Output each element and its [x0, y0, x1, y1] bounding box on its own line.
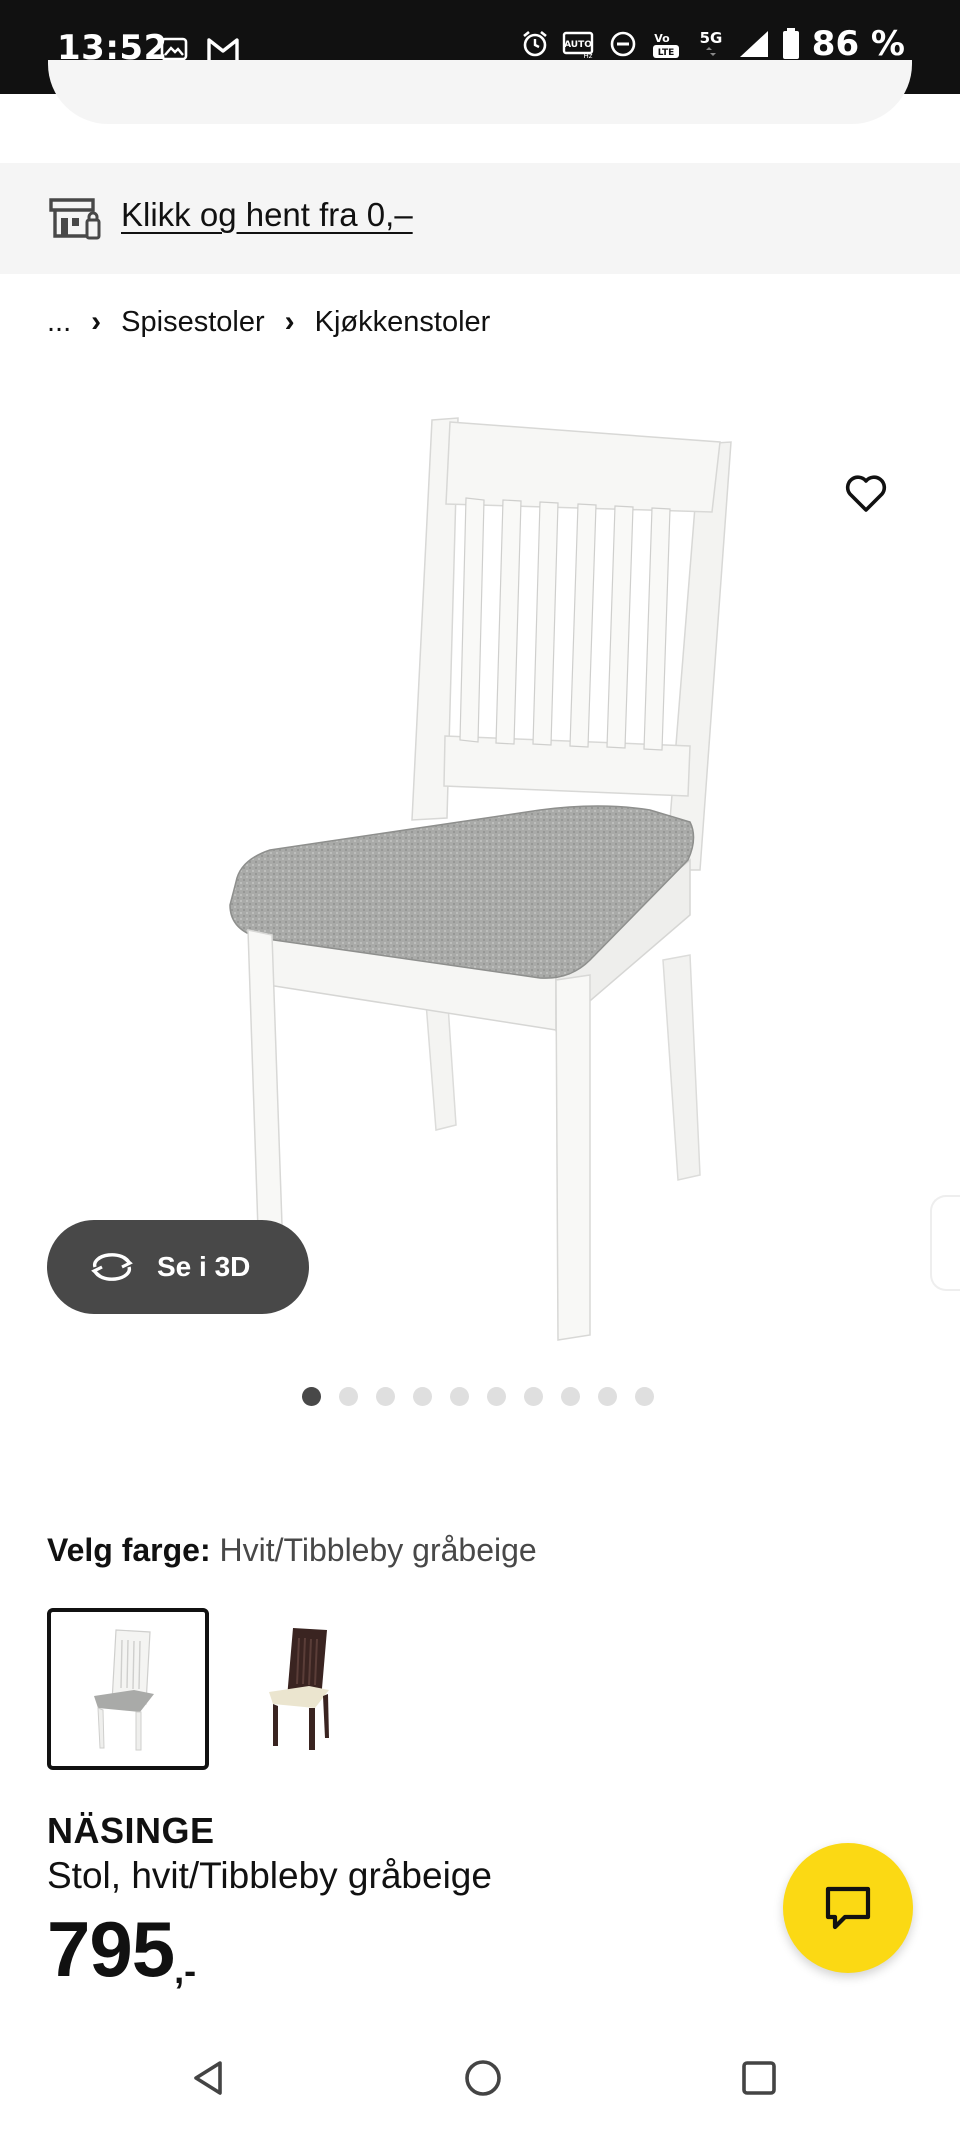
system-nav-bar [0, 2020, 960, 2133]
view-3d-button[interactable]: Se i 3D [47, 1220, 309, 1314]
favorite-button[interactable] [840, 468, 892, 520]
svg-text:Vo: Vo [654, 32, 670, 45]
product-price: 795 ,- [47, 1910, 196, 1992]
chat-icon [825, 1886, 871, 1930]
next-image-peek[interactable] [930, 1195, 960, 1291]
carousel-dot[interactable] [561, 1387, 580, 1406]
recents-square-icon [742, 2061, 776, 2095]
back-triangle-icon [194, 2061, 222, 2095]
brown-chair-thumbnail [269, 1628, 329, 1750]
home-circle-icon [465, 2060, 501, 2096]
chat-button[interactable] [783, 1843, 913, 1973]
white-chair-thumbnail [94, 1629, 154, 1751]
search-bar-remnant[interactable] [48, 60, 912, 124]
view-3d-label: Se i 3D [157, 1251, 251, 1282]
volte-icon: Vo LTE [652, 32, 679, 58]
breadcrumb-item-kjokkenstoler[interactable]: Kjøkkenstoler [315, 306, 491, 339]
carousel-dot[interactable] [598, 1387, 617, 1406]
carousel-dot[interactable] [376, 1387, 395, 1406]
heart-icon [845, 475, 887, 512]
status-left-icons [160, 36, 240, 62]
status-right-icons: AUTO Hz Vo LTE 5G 86 % [520, 24, 905, 64]
recents-button[interactable] [731, 2050, 787, 2106]
breadcrumb-item-spisestoler[interactable]: Spisestoler [121, 306, 264, 339]
color-selection: Velg farge: Hvit/Tibbleby gråbeige [47, 1532, 537, 1569]
product-name: NÄSINGE [47, 1810, 215, 1851]
auto-hz-icon: AUTO Hz [562, 31, 593, 59]
chevron-right-icon: › [284, 305, 295, 338]
carousel-dot[interactable] [635, 1387, 654, 1406]
svg-text:Hz: Hz [583, 52, 592, 59]
dnd-icon [610, 31, 636, 57]
carousel-dots [302, 1387, 654, 1406]
gallery-icon [160, 37, 188, 61]
chevron-right-icon: › [91, 305, 102, 338]
store-pickup-icon [49, 198, 101, 240]
carousel-dot[interactable] [413, 1387, 432, 1406]
home-button[interactable] [455, 2050, 511, 2106]
gmail-icon [207, 38, 239, 60]
battery-icon [782, 28, 799, 59]
color-label: Velg farge: [47, 1532, 211, 1568]
carousel-dot[interactable] [524, 1387, 543, 1406]
click-collect-link[interactable]: Klikk og hent fra 0,– [121, 196, 413, 234]
svg-text:LTE: LTE [658, 48, 675, 58]
network-5g-icon: 5G [699, 29, 722, 56]
price-amount: 795 [47, 1905, 175, 1993]
color-swatch-brown[interactable] [218, 1608, 380, 1770]
battery-percent: 86 % [811, 24, 905, 64]
rotate-3d-icon [91, 1253, 133, 1281]
alarm-icon [522, 30, 547, 57]
breadcrumb: ... › Spisestoler › Kjøkkenstoler [47, 305, 490, 339]
color-value: Hvit/Tibbleby gråbeige [219, 1532, 537, 1568]
breadcrumb-item-ellipsis[interactable]: ... [47, 306, 71, 339]
product-description: Stol, hvit/Tibbleby gråbeige [47, 1855, 492, 1896]
carousel-dot[interactable] [487, 1387, 506, 1406]
price-suffix: ,- [174, 1950, 197, 1991]
svg-text:AUTO: AUTO [564, 40, 592, 50]
carousel-dot[interactable] [339, 1387, 358, 1406]
signal-icon [739, 31, 768, 57]
carousel-dot[interactable] [450, 1387, 469, 1406]
carousel-dot[interactable] [302, 1387, 321, 1406]
svg-text:5G: 5G [699, 29, 722, 47]
back-button[interactable] [180, 2050, 236, 2106]
click-collect-banner[interactable]: Klikk og hent fra 0,– [0, 163, 960, 274]
color-swatch-white[interactable] [47, 1608, 209, 1770]
